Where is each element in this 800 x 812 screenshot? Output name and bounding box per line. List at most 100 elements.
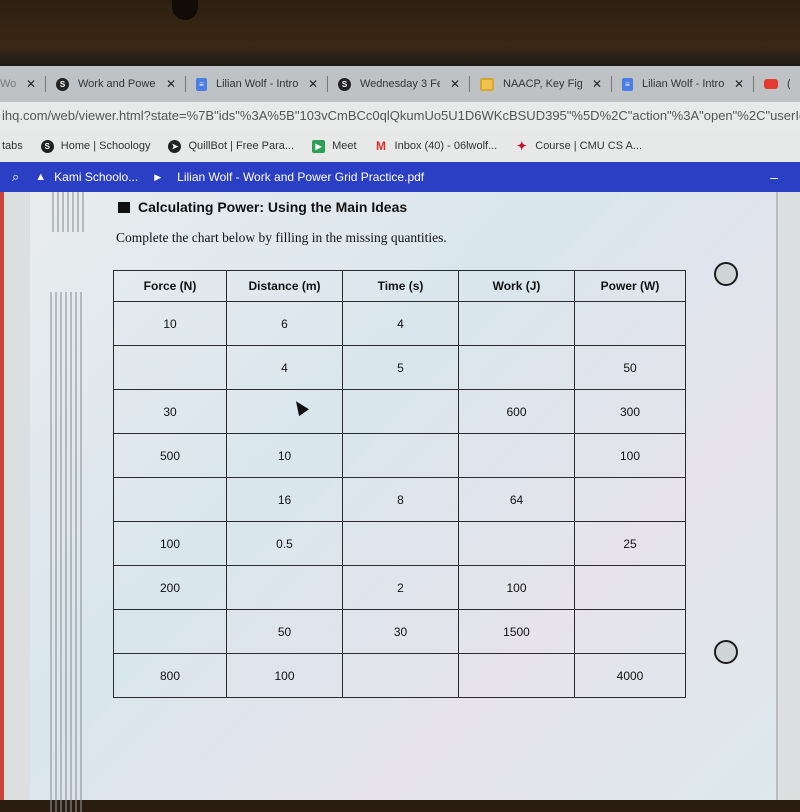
cell-distance[interactable] <box>226 565 343 610</box>
cell-force[interactable] <box>113 477 227 522</box>
scan-artifact <box>52 192 87 232</box>
breadcrumb-root[interactable]: Kami Schoolo... <box>54 170 138 184</box>
cell-work[interactable] <box>458 301 575 346</box>
bookmark-label: Meet <box>332 140 357 152</box>
cell-work[interactable] <box>458 521 575 566</box>
table-row: 10 6 4 <box>113 301 686 346</box>
chevron-right-icon: ▶ <box>154 171 162 182</box>
close-icon[interactable]: ✕ <box>166 77 176 91</box>
close-icon[interactable]: ✕ <box>450 77 460 91</box>
cell-time[interactable] <box>342 433 459 478</box>
cell-distance[interactable]: 100 <box>226 653 343 698</box>
bookmark-meet[interactable]: ▶ Meet <box>312 139 357 153</box>
cell-power[interactable] <box>574 301 686 346</box>
cell-distance[interactable]: 10 <box>226 433 343 478</box>
instructions: Complete the chart below by filling in t… <box>116 230 447 245</box>
cell-power[interactable]: 4000 <box>574 653 686 698</box>
cell-work[interactable]: 1500 <box>458 609 575 654</box>
cell-force[interactable]: 100 <box>113 521 227 566</box>
browser-tab[interactable]: (1 <box>754 69 800 99</box>
browser-tab[interactable]: NAACP, Key Figu ✕ <box>470 69 612 99</box>
bookmark-schoology[interactable]: S Home | Schoology <box>40 139 151 153</box>
cell-power[interactable] <box>574 565 686 610</box>
url-text[interactable]: ihq.com/web/viewer.html?state=%7B"ids"%3… <box>2 108 800 123</box>
browser-tab[interactable]: S Work and Power ✕ <box>46 69 186 99</box>
address-bar[interactable]: ihq.com/web/viewer.html?state=%7B"ids"%3… <box>0 102 800 130</box>
hole-punch-mark <box>714 640 738 664</box>
column-header-distance: Distance (m) <box>226 270 343 302</box>
bookmark-quillbot[interactable]: ➤ QuillBot | Free Para... <box>168 139 295 153</box>
cell-work[interactable]: 600 <box>458 389 575 434</box>
table-row: 800 100 4000 <box>113 653 686 698</box>
cell-distance[interactable]: 50 <box>226 609 343 654</box>
cell-power[interactable]: 50 <box>574 345 686 390</box>
cell-distance[interactable] <box>226 389 343 434</box>
cell-power[interactable] <box>574 609 686 654</box>
viewer-side-accent <box>0 192 4 800</box>
cell-distance[interactable]: 0.5 <box>226 521 343 566</box>
cell-work[interactable]: 64 <box>458 477 575 522</box>
cell-time[interactable] <box>342 653 459 698</box>
bookmark-cmu[interactable]: ✦ Course | CMU CS A... <box>515 139 642 153</box>
tab-label: Work and Power <box>78 78 156 90</box>
cell-time[interactable]: 4 <box>342 301 459 346</box>
table-row: 100 0.5 25 <box>113 521 686 566</box>
google-meet-icon: ▶ <box>312 139 326 153</box>
heading-text: Calculating Power: Using the Main Ideas <box>138 199 408 215</box>
browser-tab[interactable]: Work ✕ <box>0 69 46 99</box>
cell-work[interactable] <box>458 653 575 698</box>
schoology-icon: S <box>338 77 351 91</box>
kami-toolbar: ⌕ ▲ Kami Schoolo... ▶ Lilian Wolf - Work… <box>0 162 800 192</box>
section-heading: Calculating Power: Using the Main Ideas <box>118 199 407 215</box>
cell-force[interactable]: 30 <box>113 389 227 434</box>
column-header-power: Power (W) <box>574 270 686 302</box>
tab-label: NAACP, Key Figu <box>503 78 582 90</box>
cell-force[interactable]: 10 <box>113 301 227 346</box>
cell-time[interactable]: 2 <box>342 565 459 610</box>
bookmark-label: QuillBot | Free Para... <box>188 140 295 152</box>
cell-time[interactable]: 30 <box>342 609 459 654</box>
cell-force[interactable]: 800 <box>113 653 227 698</box>
cell-time[interactable]: 8 <box>342 477 459 522</box>
table-row: 16 8 64 <box>113 477 686 522</box>
tab-label: Wednesday 3 Fe <box>360 78 440 90</box>
cell-distance[interactable]: 4 <box>226 345 343 390</box>
cell-work[interactable]: 100 <box>458 565 575 610</box>
cell-work[interactable] <box>458 433 575 478</box>
browser-tab[interactable]: ≡ Lilian Wolf - Intro ✕ <box>612 69 754 99</box>
cell-force[interactable]: 200 <box>113 565 227 610</box>
bookmark-label: tabs <box>2 140 23 152</box>
cmu-icon: ✦ <box>516 139 527 153</box>
cell-power[interactable] <box>574 477 686 522</box>
close-icon[interactable]: ✕ <box>26 77 36 91</box>
cell-time[interactable] <box>342 389 459 434</box>
cell-time[interactable] <box>342 521 459 566</box>
cell-distance[interactable]: 16 <box>226 477 343 522</box>
cell-force[interactable] <box>113 609 227 654</box>
bookmark-tabs[interactable]: tabs <box>2 140 23 152</box>
close-icon[interactable]: ✕ <box>308 77 318 91</box>
scan-artifact <box>50 292 85 812</box>
tab-label: Lilian Wolf - Intro <box>216 78 298 90</box>
cell-power[interactable]: 100 <box>574 433 686 478</box>
youtube-icon <box>764 79 778 89</box>
bookmark-label: Home | Schoology <box>60 140 151 152</box>
minimize-button[interactable]: – <box>770 169 778 185</box>
google-slides-icon <box>480 77 494 91</box>
cell-force[interactable]: 500 <box>113 433 227 478</box>
table-row: 500 10 100 <box>113 433 686 478</box>
bookmark-gmail[interactable]: M Inbox (40) - 06lwolf... <box>375 139 497 153</box>
close-icon[interactable]: ✕ <box>592 77 602 91</box>
cell-time[interactable]: 5 <box>342 345 459 390</box>
close-icon[interactable]: ✕ <box>734 77 744 91</box>
search-icon[interactable]: ⌕ <box>12 169 19 185</box>
browser-tab[interactable]: ≡ Lilian Wolf - Intro ✕ <box>186 69 328 99</box>
cell-work[interactable] <box>458 345 575 390</box>
google-drive-icon: ▲ <box>35 171 47 183</box>
cell-power[interactable]: 25 <box>574 521 686 566</box>
monitor-bezel <box>0 0 800 66</box>
cell-force[interactable] <box>113 345 227 390</box>
cell-distance[interactable]: 6 <box>226 301 343 346</box>
cell-power[interactable]: 300 <box>574 389 686 434</box>
browser-tab[interactable]: S Wednesday 3 Fe ✕ <box>328 69 470 99</box>
